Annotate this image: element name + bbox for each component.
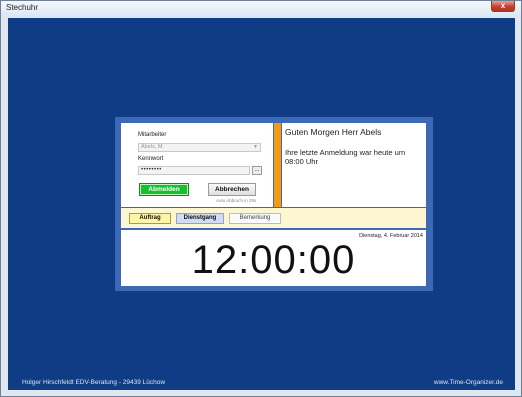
accent-bar: [274, 123, 281, 207]
action-bar: Auftrag Dienstgang Bemerkung: [121, 208, 426, 228]
browse-button[interactable]: ...: [252, 166, 262, 175]
login-panel: Mitarbeiter Abels, M. ▼ Kennwort •••••••…: [121, 123, 273, 207]
abmelden-button[interactable]: Abmelden: [139, 183, 189, 196]
auto-abbruch-text: Auto Abbruch in 29s: [216, 198, 257, 203]
bemerkung-button[interactable]: Bemerkung: [229, 213, 281, 224]
clock-display: 12:00:00: [191, 238, 356, 282]
kennwort-field[interactable]: ••••••••: [138, 166, 250, 175]
footer-company: Holger Hirschfeldt EDV-Beratung - 29439 …: [22, 379, 166, 386]
mitarbeiter-value: Abels, M.: [141, 144, 164, 150]
title-bar[interactable]: Stechuhr x: [1, 1, 521, 17]
chevron-down-icon[interactable]: ▼: [253, 144, 258, 151]
message-panel: Guten Morgen Herr Abels Ihre letzte Anme…: [282, 123, 426, 207]
footer-website[interactable]: www.Time-Organizer.de: [434, 379, 503, 386]
greeting-text: Guten Morgen Herr Abels: [285, 127, 382, 137]
main-area: Mitarbeiter Abels, M. ▼ Kennwort •••••••…: [8, 18, 515, 390]
auftrag-button[interactable]: Auftrag: [129, 213, 171, 224]
kennwort-label: Kennwort: [138, 156, 164, 162]
mitarbeiter-label: Mitarbeiter: [138, 132, 167, 138]
app-window: Stechuhr x Mitarbeiter Abels, M. ▼ Kennw…: [0, 0, 522, 397]
close-button[interactable]: x: [491, 1, 515, 12]
abbrechen-button[interactable]: Abbrechen: [208, 183, 256, 196]
last-login-text: Ihre letzte Anmeldung war heute um 08:00…: [285, 148, 406, 166]
dienstgang-button[interactable]: Dienstgang: [176, 213, 224, 224]
mitarbeiter-select[interactable]: Abels, M. ▼: [138, 143, 261, 152]
window-title: Stechuhr: [6, 3, 39, 12]
clock-panel: Dienstag, 4. Februar 2014 12:00:00: [121, 230, 426, 286]
login-dialog: Mitarbeiter Abels, M. ▼ Kennwort •••••••…: [115, 117, 433, 291]
